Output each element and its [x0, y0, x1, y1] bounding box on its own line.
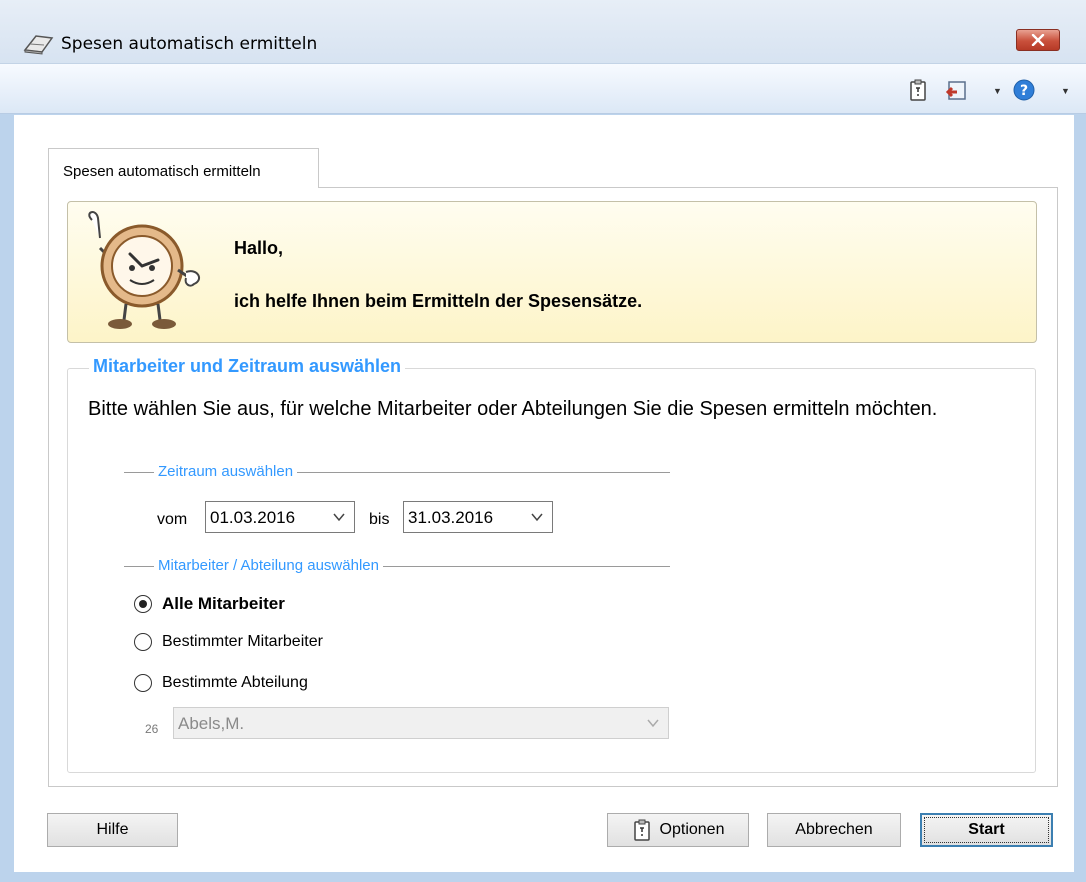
radio-label: Bestimmter Mitarbeiter	[162, 633, 323, 650]
window-title: Spesen automatisch ermitteln	[61, 34, 318, 54]
employee-number: 26	[145, 722, 159, 736]
radio-all-employees[interactable]: Alle Mitarbeiter	[134, 592, 285, 616]
selection-title: Mitarbeiter / Abteilung auswählen	[154, 557, 383, 574]
cancel-button-label: Abbrechen	[795, 821, 873, 838]
from-label: vom	[157, 511, 188, 528]
cancel-button[interactable]: Abbrechen	[767, 813, 901, 847]
close-icon	[1031, 34, 1045, 46]
options-button[interactable]: Optionen	[607, 813, 749, 847]
radio-button[interactable]	[134, 674, 152, 692]
group-title: Mitarbeiter und Zeitraum auswählen	[89, 356, 406, 377]
exit-dropdown-arrow[interactable]: ▼	[993, 86, 1002, 96]
svg-text:?: ?	[1020, 83, 1028, 99]
title-bar: Spesen automatisch ermitteln	[0, 0, 1086, 64]
clipboard-icon	[633, 819, 650, 841]
help-icon[interactable]: ?	[1012, 78, 1036, 102]
start-button[interactable]: Start	[920, 813, 1053, 847]
radio-label: Bestimmte Abteilung	[162, 674, 308, 691]
radio-specific-employee[interactable]: Bestimmter Mitarbeiter	[134, 630, 323, 654]
chevron-down-icon	[531, 513, 543, 522]
radio-button[interactable]	[134, 633, 152, 651]
chevron-down-icon	[333, 513, 345, 522]
employee-combo[interactable]: Abels,M.	[173, 707, 669, 739]
assistant-banner	[67, 201, 1037, 343]
close-button[interactable]	[1016, 29, 1060, 51]
from-date-combo[interactable]: 01.03.2016	[205, 501, 355, 533]
dialog-window: Spesen automatisch ermitteln ▼ ? ▼ Spese…	[0, 0, 1086, 882]
help-button-label: Hilfe	[96, 821, 129, 838]
exit-icon[interactable]	[945, 78, 969, 102]
tab-spesen[interactable]: Spesen automatisch ermitteln	[48, 148, 319, 188]
toolbar: ▼ ? ▼	[0, 64, 1086, 114]
clock-mascot-icon	[88, 211, 201, 329]
radio-specific-department[interactable]: Bestimmte Abteilung	[134, 671, 308, 695]
banner-greeting: Hallo,	[234, 238, 284, 258]
chevron-down-icon	[647, 719, 659, 728]
instruction-text: Bitte wählen Sie aus, für welche Mitarbe…	[88, 398, 938, 420]
period-title: Zeitraum auswählen	[154, 463, 298, 480]
clipboard-icon[interactable]	[906, 78, 930, 102]
from-date-value: 01.03.2016	[210, 508, 296, 527]
help-dropdown-arrow[interactable]: ▼	[1061, 86, 1070, 96]
help-button[interactable]: Hilfe	[47, 813, 178, 847]
to-date-value: 31.03.2016	[408, 508, 494, 527]
start-button-label: Start	[968, 821, 1005, 838]
banner-message: ich helfe Ihnen beim Ermitteln der Spese…	[234, 291, 643, 311]
options-button-label: Optionen	[659, 821, 725, 838]
radio-label: Alle Mitarbeiter	[162, 594, 285, 613]
to-date-combo[interactable]: 31.03.2016	[403, 501, 553, 533]
radio-button[interactable]	[134, 595, 152, 613]
to-label: bis	[369, 511, 390, 528]
employee-value: Abels,M.	[178, 714, 245, 733]
app-book-icon	[23, 35, 54, 55]
